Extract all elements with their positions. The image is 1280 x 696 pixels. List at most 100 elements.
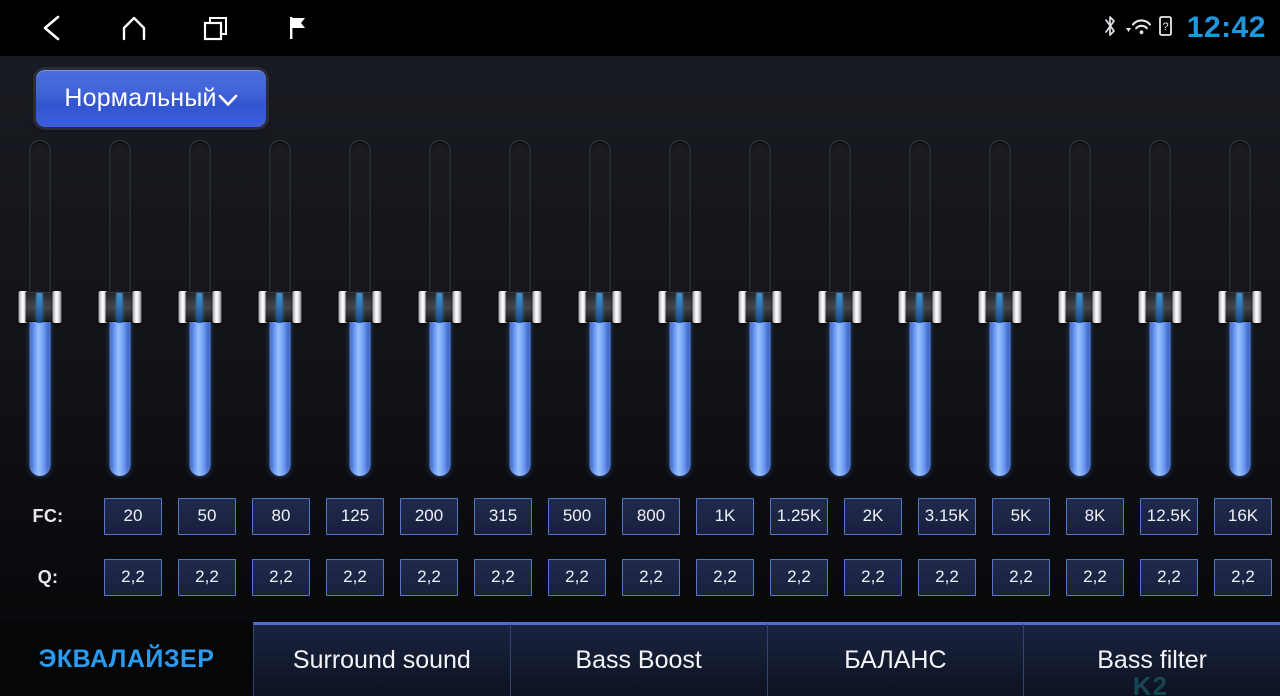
tab-surround-sound[interactable]: Surround sound [253,622,510,696]
q-value-button-11[interactable]: 2,2 [844,558,902,596]
preset-dropdown-button[interactable]: Нормальный [36,70,266,127]
slider-knob[interactable] [578,291,622,323]
cell-slot: 2,2 [244,558,318,596]
status-clock: 12:42 [1186,11,1266,44]
q-value-button-4[interactable]: 2,2 [326,558,384,596]
q-value-button-6[interactable]: 2,2 [474,558,532,596]
tab-эквалайзер[interactable]: ЭКВАЛАЙЗЕР [0,622,253,696]
fc-value-button-8[interactable]: 800 [622,497,680,535]
cell-slot: 2,2 [318,558,392,596]
cell-slot: 2,2 [170,558,244,596]
fc-value-button-16[interactable]: 16K [1214,497,1272,535]
slider-knob[interactable] [1218,291,1262,323]
eq-slider-20[interactable] [0,138,80,478]
fc-value-button-6[interactable]: 315 [474,497,532,535]
eq-slider-800[interactable] [560,138,640,478]
slider-knob[interactable] [98,291,142,323]
preset-label: Нормальный [64,84,217,112]
equalizer-screen: ? 12:42 Нормальный FC: 20 50 80 125 200 315 50… [0,0,1280,696]
eq-slider-2k[interactable] [800,138,880,478]
slider-fill [909,309,931,476]
q-value-button-2[interactable]: 2,2 [178,558,236,596]
slider-knob[interactable] [258,291,302,323]
slider-knob[interactable] [498,291,542,323]
cell-slot: 2,2 [1132,558,1206,596]
cell-slot: 2,2 [466,558,540,596]
eq-slider-12.5k[interactable] [1120,138,1200,478]
eq-slider-80[interactable] [160,138,240,478]
q-value-button-13[interactable]: 2,2 [992,558,1050,596]
tab-bass-boost[interactable]: Bass Boost [509,622,767,696]
q-value-button-3[interactable]: 2,2 [252,558,310,596]
fc-value-button-10[interactable]: 1.25K [770,497,828,535]
cell-slot: 2,2 [1206,558,1280,596]
eq-slider-8k[interactable] [1040,138,1120,478]
status-bar: ? 12:42 [0,0,1280,56]
back-icon[interactable] [26,5,78,51]
eq-slider-500[interactable] [480,138,560,478]
recents-icon[interactable] [190,5,242,51]
slider-knob[interactable] [18,291,62,323]
eq-slider-5k[interactable] [960,138,1040,478]
eq-slider-125[interactable] [240,138,320,478]
q-value-button-9[interactable]: 2,2 [696,558,754,596]
fc-value-button-7[interactable]: 500 [548,497,606,535]
slider-knob[interactable] [1138,291,1182,323]
slider-knob[interactable] [418,291,462,323]
q-value-button-10[interactable]: 2,2 [770,558,828,596]
cell-slot: 5K [984,497,1058,535]
slider-knob-right-grip [772,291,782,323]
fc-value-button-15[interactable]: 12.5K [1140,497,1198,535]
q-value-button-8[interactable]: 2,2 [622,558,680,596]
slider-knob-core [905,292,935,323]
eq-slider-315[interactable] [400,138,480,478]
fc-value-button-4[interactable]: 125 [326,497,384,535]
cell-slot: 3.15K [910,497,984,535]
fc-value-button-12[interactable]: 3.15K [918,497,976,535]
fc-value-button-1[interactable]: 20 [104,497,162,535]
q-value-button-15[interactable]: 2,2 [1140,558,1198,596]
eq-slider-1.25k[interactable] [720,138,800,478]
cell-slot: 12.5K [1132,497,1206,535]
slider-fill [1229,309,1251,476]
slider-knob[interactable] [658,291,702,323]
q-value-button-14[interactable]: 2,2 [1066,558,1124,596]
fc-value-button-5[interactable]: 200 [400,497,458,535]
eq-slider-50[interactable] [80,138,160,478]
tab-label: БАЛАНС [844,646,947,674]
slider-knob[interactable] [738,291,782,323]
q-value-button-5[interactable]: 2,2 [400,558,458,596]
home-icon[interactable] [108,5,160,51]
slider-knob[interactable] [338,291,382,323]
slider-fill [749,309,771,476]
q-value-button-16[interactable]: 2,2 [1214,558,1272,596]
fc-value-button-13[interactable]: 5K [992,497,1050,535]
fc-value-button-14[interactable]: 8K [1066,497,1124,535]
q-value-button-1[interactable]: 2,2 [104,558,162,596]
slider-knob[interactable] [1058,291,1102,323]
slider-knob-right-grip [1012,291,1022,323]
eq-slider-3.15k[interactable] [880,138,960,478]
slider-knob-right-grip [1172,291,1182,323]
svg-text:?: ? [1162,21,1168,33]
tab-баланс[interactable]: БАЛАНС [766,622,1024,696]
fc-value-button-2[interactable]: 50 [178,497,236,535]
cell-slot: 2,2 [392,558,466,596]
cell-slot: 315 [466,497,540,535]
fc-value-button-9[interactable]: 1K [696,497,754,535]
eq-slider-1k[interactable] [640,138,720,478]
cell-slot: 1.25K [762,497,836,535]
slider-knob[interactable] [978,291,1022,323]
slider-knob[interactable] [178,291,222,323]
q-value-button-7[interactable]: 2,2 [548,558,606,596]
fc-value-button-11[interactable]: 2K [844,497,902,535]
slider-knob[interactable] [818,291,862,323]
q-value-button-12[interactable]: 2,2 [918,558,976,596]
slider-knob[interactable] [898,291,942,323]
eq-slider-16k[interactable] [1200,138,1280,478]
fc-value-button-3[interactable]: 80 [252,497,310,535]
sim-card-icon: ? [1158,15,1173,42]
tab-bass-filter[interactable]: Bass filter [1023,622,1280,696]
flag-icon[interactable] [272,5,324,51]
eq-slider-200[interactable] [320,138,400,478]
